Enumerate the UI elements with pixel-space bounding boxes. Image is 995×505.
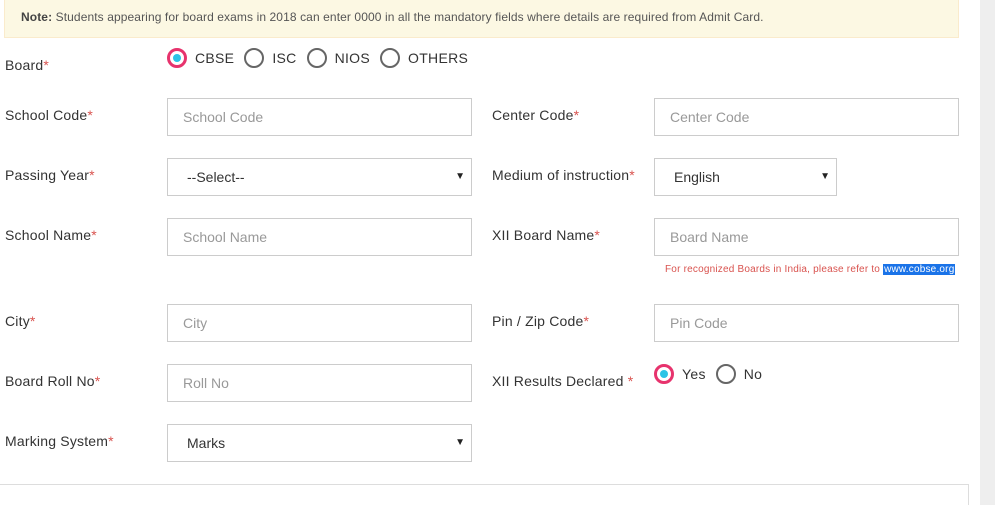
board-option-cbse[interactable]: CBSE — [195, 50, 234, 66]
board-option-nios[interactable]: NIOS — [335, 50, 370, 66]
board-radio-cbse[interactable] — [167, 48, 187, 68]
results-radio-no[interactable] — [715, 364, 736, 384]
chevron-down-icon: ▼ — [455, 171, 465, 182]
page-scrollbar[interactable] — [980, 0, 995, 505]
board-radio-group: CBSE ISC NIOS OTHERS — [167, 48, 478, 68]
school-code-input[interactable]: School Code — [167, 98, 472, 136]
note-text: Students appearing for board exams in 20… — [55, 10, 764, 24]
passing-year-value: --Select-- — [187, 169, 245, 185]
passing-year-label: Passing Year* — [5, 167, 95, 183]
medium-label: Medium of instruction* — [492, 167, 635, 183]
medium-value: English — [674, 169, 720, 185]
board-label: Board* — [5, 57, 50, 73]
xii-board-name-input[interactable]: Board Name — [654, 218, 959, 256]
passing-year-select[interactable]: --Select-- ▼ — [167, 158, 472, 196]
results-declared-radio-group: Yes No — [654, 364, 772, 384]
city-label: City* — [5, 313, 36, 329]
board-option-others[interactable]: OTHERS — [408, 50, 468, 66]
note-banner: Note: Students appearing for board exams… — [4, 0, 959, 38]
chevron-down-icon: ▼ — [455, 437, 465, 448]
center-code-input[interactable]: Center Code — [654, 98, 959, 136]
pin-input[interactable]: Pin Code — [654, 304, 959, 342]
school-name-label: School Name* — [5, 227, 97, 243]
xii-board-name-label: XII Board Name* — [492, 227, 601, 243]
board-hint: For recognized Boards in India, please r… — [665, 264, 956, 275]
center-code-label: Center Code* — [492, 107, 580, 123]
cobse-link[interactable]: www.cobse.org — [883, 264, 956, 275]
board-radio-others[interactable] — [380, 48, 401, 68]
board-radio-nios[interactable] — [306, 48, 327, 68]
results-option-no[interactable]: No — [744, 366, 763, 382]
board-option-isc[interactable]: ISC — [272, 50, 296, 66]
marking-system-label: Marking System* — [5, 433, 114, 449]
pin-label: Pin / Zip Code* — [492, 313, 590, 329]
city-input[interactable]: City — [167, 304, 472, 342]
results-option-yes[interactable]: Yes — [682, 366, 706, 382]
chevron-down-icon: ▼ — [820, 171, 830, 182]
roll-no-label: Board Roll No* — [5, 373, 101, 389]
school-code-label: School Code* — [5, 107, 94, 123]
results-declared-label: XII Results Declared * — [492, 373, 634, 389]
next-section-box — [0, 484, 969, 505]
results-radio-yes[interactable] — [654, 364, 674, 384]
roll-no-input[interactable]: Roll No — [167, 364, 472, 402]
school-name-input[interactable]: School Name — [167, 218, 472, 256]
medium-select[interactable]: English ▼ — [654, 158, 837, 196]
marking-system-select[interactable]: Marks ▼ — [167, 424, 472, 462]
board-radio-isc[interactable] — [244, 48, 265, 68]
note-title: Note: — [21, 10, 53, 24]
marking-system-value: Marks — [187, 435, 226, 451]
